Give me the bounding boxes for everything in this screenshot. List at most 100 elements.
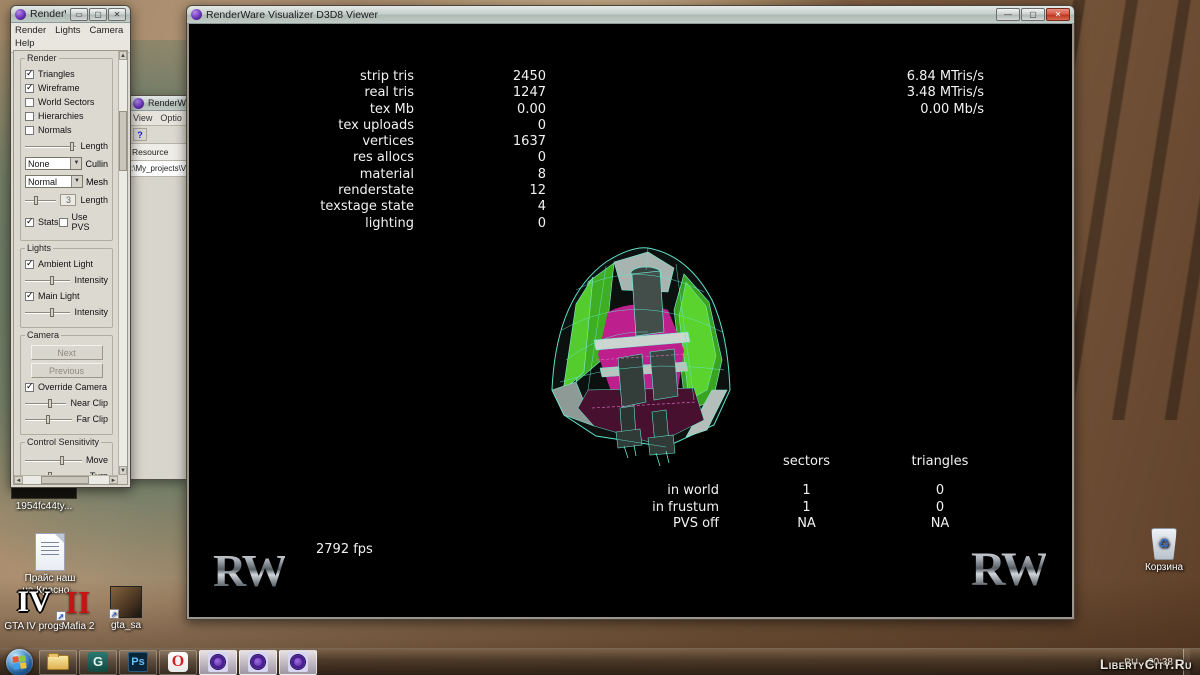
scroll-right-icon[interactable]: ► (109, 476, 118, 484)
window-title: RenderWar... (30, 8, 66, 20)
taskbar-opera-button[interactable]: O (159, 650, 197, 675)
minimize-button[interactable]: ▭ (70, 8, 88, 21)
menu-help[interactable]: Help (15, 38, 35, 49)
scrollbar-thumb[interactable] (41, 476, 89, 484)
document-icon (35, 533, 65, 571)
resource-path-field[interactable]: :\My_projects\Ven (129, 161, 190, 177)
mesh-dropdown[interactable]: Normal▼ (25, 175, 83, 188)
menu-render[interactable]: Render (15, 25, 46, 36)
culling-row: None▼ Cullin (25, 157, 108, 170)
scroll-left-icon[interactable]: ◄ (14, 476, 23, 484)
viewer-window[interactable]: RenderWare Visualizer D3D8 Viewer — ▢ ✕ … (186, 5, 1075, 620)
close-button[interactable]: ✕ (108, 8, 126, 21)
dropdown-label: Mesh (86, 177, 108, 187)
move-row: Move (25, 455, 108, 465)
camera-group: Camera Next Previous Override Camera Nea… (20, 335, 113, 435)
taskbar-photoshop-button[interactable]: Ps (119, 650, 157, 675)
menu-view[interactable]: View (133, 113, 152, 123)
taskbar-explorer-button[interactable] (39, 650, 77, 675)
taskbar: G Ps O RU 20:38 (0, 648, 1200, 675)
scroll-down-icon[interactable]: ▼ (119, 466, 127, 475)
recycle-bin-icon: ♻ (1151, 528, 1177, 560)
renderware-resource-window[interactable]: RenderWare Vis View Optio ? Resource :\M… (128, 95, 190, 480)
checkbox-ambient-light[interactable]: Ambient Light (25, 259, 108, 269)
move-slider[interactable] (25, 456, 82, 465)
renderware-control-window[interactable]: RenderWar... ▭ ▢ ✕ Render Lights Camera … (10, 5, 131, 488)
checkbox-wireframe[interactable]: Wireframe (25, 83, 108, 93)
minimize-button[interactable]: — (996, 8, 1020, 21)
slider-label: Near Clip (70, 398, 108, 408)
length-value-field[interactable]: 3 (60, 194, 76, 206)
shortcut-arrow-icon: ➚ (56, 611, 66, 621)
titlebar[interactable]: RenderWare Vis (129, 96, 190, 111)
previous-camera-button[interactable]: Previous (31, 363, 103, 378)
length2-row: 3 Length (25, 194, 108, 206)
renderware-logo: RW (971, 542, 1046, 597)
vertical-scrollbar[interactable]: ▲ ▼ (118, 51, 127, 475)
taskbar-g-app-button[interactable]: G (79, 650, 117, 675)
checkbox-stats[interactable]: Stats (25, 212, 59, 232)
normals-length-slider-row: Length (25, 141, 108, 151)
far-clip-row: Far Clip (25, 414, 108, 424)
stat-row: material8 (254, 167, 546, 183)
desktop: 1954fc44ty... Прайс наш на Красно... IV … (0, 0, 1200, 675)
far-clip-slider[interactable] (25, 415, 72, 424)
checkbox-hierarchies[interactable]: Hierarchies (25, 111, 108, 121)
checkbox-use-pvs[interactable]: Use PVS (59, 212, 108, 232)
opera-icon: O (168, 652, 188, 672)
checkbox-world-sectors[interactable]: World Sectors (25, 97, 108, 107)
chevron-down-icon[interactable]: ▼ (71, 176, 82, 187)
group-title: Camera (25, 330, 61, 340)
checkbox-normals[interactable]: Normals (25, 125, 108, 135)
culling-dropdown[interactable]: None▼ (25, 157, 82, 170)
rw-visualizer-icon (248, 652, 268, 672)
checkbox-triangles[interactable]: Triangles (25, 69, 108, 79)
desktop-icon-file[interactable]: 1954fc44ty... (4, 486, 84, 513)
scrollbar-thumb[interactable] (119, 111, 127, 171)
desktop-icon-gtasa[interactable]: ➚ gta_sa (86, 586, 166, 632)
taskbar-rw-visualizer-button[interactable] (199, 650, 237, 675)
ambient-intensity-slider[interactable] (25, 276, 70, 285)
3d-model-wireframe[interactable] (536, 240, 741, 468)
scroll-up-icon[interactable]: ▲ (119, 51, 127, 60)
menubar: Render Lights Camera Help (11, 23, 130, 53)
help-button[interactable]: ? (133, 128, 147, 141)
menu-options[interactable]: Optio (160, 113, 182, 123)
watermark: LibertyCity.Ru (1100, 657, 1192, 672)
slider-label: Far Clip (76, 414, 108, 424)
desktop-icon-recycle-bin[interactable]: ♻ Корзина (1124, 528, 1200, 574)
near-clip-slider[interactable] (25, 399, 66, 408)
menu-camera[interactable]: Camera (90, 25, 124, 36)
stat-row: strip tris2450 (254, 69, 546, 85)
checkbox-override-camera[interactable]: Override Camera (25, 382, 108, 392)
close-button[interactable]: ✕ (1046, 8, 1070, 21)
renderware-logo: RW (213, 544, 285, 597)
horizontal-scrollbar[interactable]: ◄ ► (14, 475, 118, 484)
checkbox-main-light[interactable]: Main Light (25, 291, 108, 301)
viewport-3d[interactable]: strip tris2450 real tris1247 tex Mb0.00 … (189, 24, 1072, 617)
next-camera-button[interactable]: Next (31, 345, 103, 360)
maximize-button[interactable]: ▢ (1021, 8, 1045, 21)
stat-row: real tris1247 (254, 85, 546, 101)
titlebar[interactable]: RenderWar... ▭ ▢ ✕ (11, 6, 130, 23)
taskbar-rw-visualizer-button[interactable] (239, 650, 277, 675)
g-app-icon: G (88, 652, 108, 672)
length-slider[interactable] (25, 142, 76, 151)
window-title: RenderWare Visualizer D3D8 Viewer (206, 9, 992, 21)
start-button[interactable] (6, 649, 33, 675)
fps-counter: 2792 fps (316, 542, 373, 557)
stat-row: texstage state4 (254, 199, 546, 215)
checkbox-box (25, 98, 34, 107)
desktop-icon-label: 1954fc44ty... (4, 501, 84, 513)
main-intensity-slider[interactable] (25, 308, 70, 317)
maximize-button[interactable]: ▢ (89, 8, 107, 21)
length2-slider[interactable] (25, 196, 56, 205)
stat-row: vertices1637 (254, 134, 546, 150)
chevron-down-icon[interactable]: ▼ (70, 158, 81, 169)
checkbox-label: Stats (38, 217, 59, 227)
menubar: View Optio (129, 111, 190, 126)
rw-visualizer-icon (288, 652, 308, 672)
titlebar[interactable]: RenderWare Visualizer D3D8 Viewer — ▢ ✕ (187, 6, 1074, 24)
taskbar-rw-visualizer-button[interactable] (279, 650, 317, 675)
menu-lights[interactable]: Lights (55, 25, 80, 36)
